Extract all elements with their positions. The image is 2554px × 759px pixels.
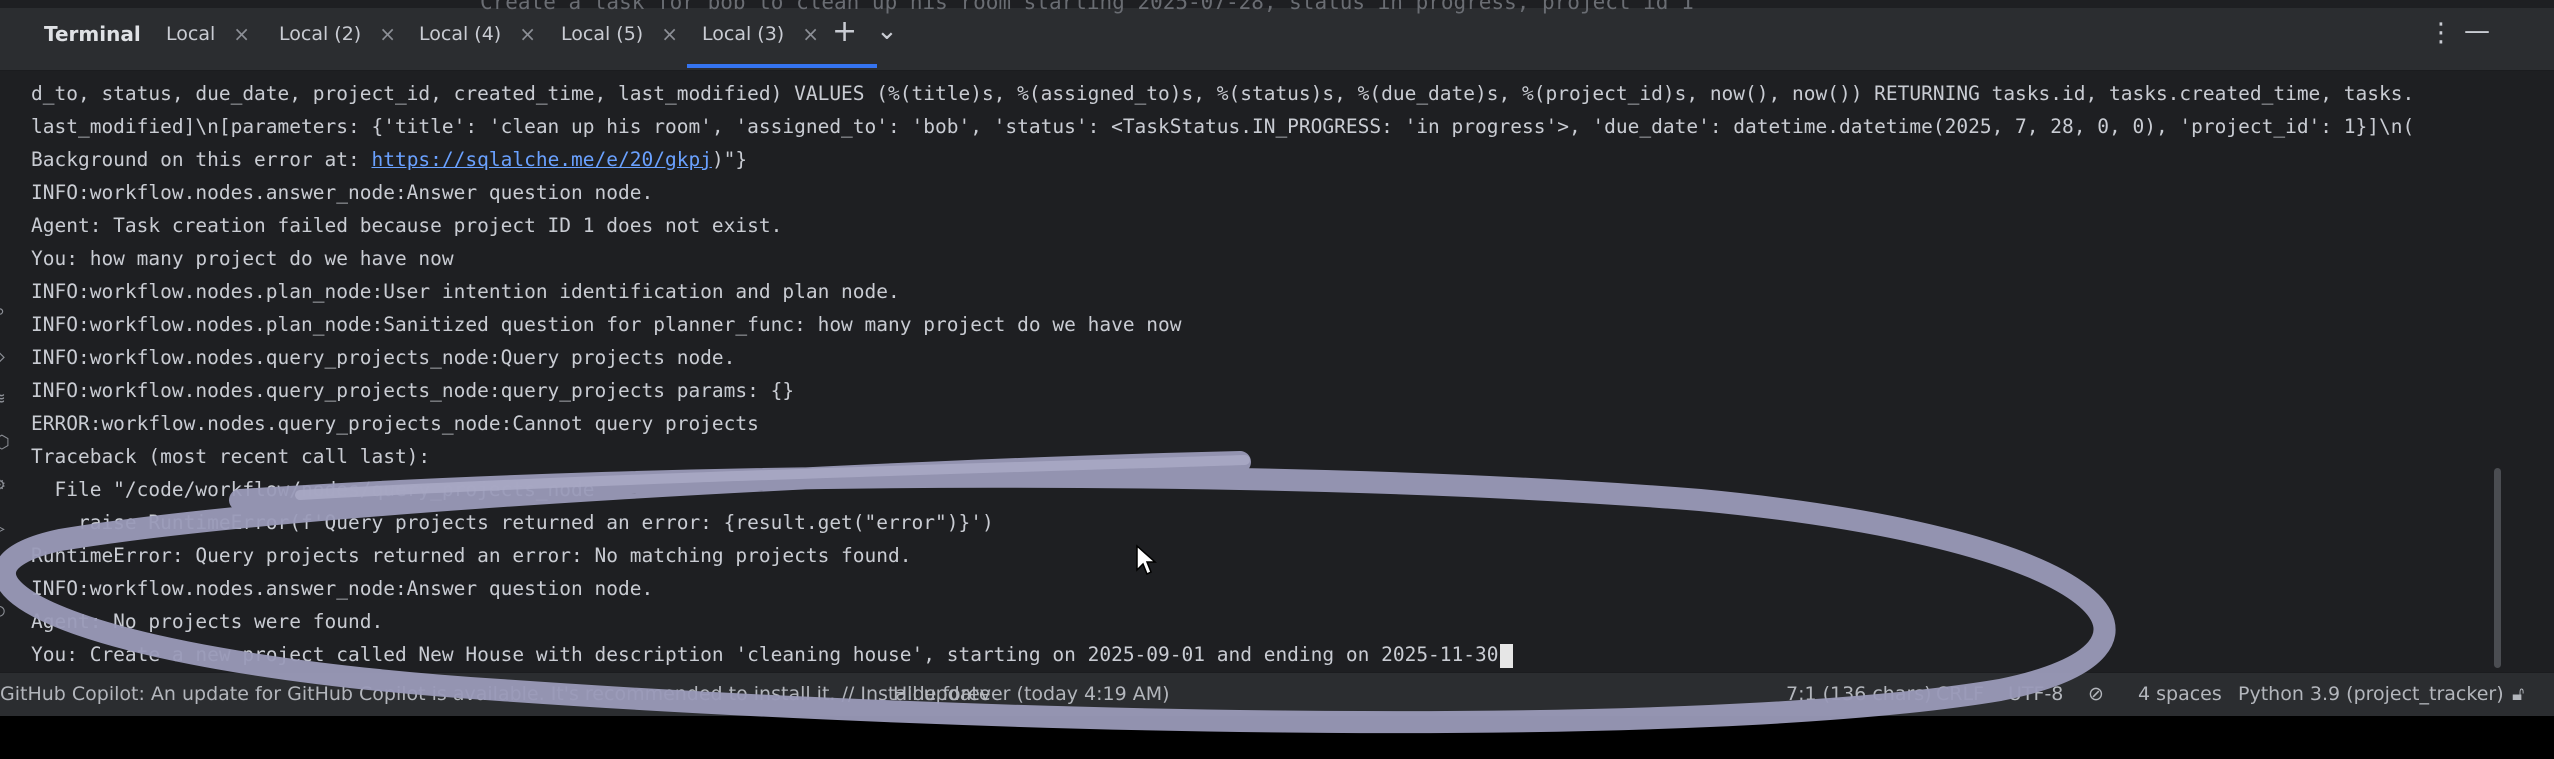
terminal-line: Background on this error at: https://sql… xyxy=(31,143,747,176)
text-cursor xyxy=(1499,643,1513,668)
tab-label: Local (4) xyxy=(419,23,502,45)
more-options-icon[interactable]: ⋮ xyxy=(2428,18,2454,48)
lock-icon[interactable]: 🔓︎ xyxy=(2512,683,2524,705)
hide-forever-link[interactable]: Hide forever (today 4:19 AM) xyxy=(893,683,1170,705)
terminal-line: INFO:workflow.nodes.plan_node:User inten… xyxy=(31,280,900,303)
terminal-line: last_modified]\n[parameters: {'title': '… xyxy=(31,115,2415,138)
layers-icon[interactable]: ≋ xyxy=(0,388,5,409)
terminal-line: ERROR:workflow.nodes.query_projects_node… xyxy=(31,412,759,435)
close-icon[interactable]: × xyxy=(379,22,396,46)
tab-local[interactable]: Local × xyxy=(166,14,250,54)
caret-position[interactable]: 7:1 (136 chars) xyxy=(1786,683,1932,705)
close-icon[interactable]: × xyxy=(519,22,536,46)
terminal-line-text: You: Create a new project called New Hou… xyxy=(31,643,1499,666)
tab-local-4[interactable]: Local (4) × xyxy=(419,14,536,54)
terminal-line-text: Background on this error at: xyxy=(31,148,372,171)
terminal-line: d_to, status, due_date, project_id, crea… xyxy=(31,82,2415,105)
plugin-icon[interactable]: ◇ xyxy=(0,346,5,367)
terminal-line: INFO:workflow.nodes.query_projects_node:… xyxy=(31,379,795,402)
terminal-line: raise RuntimeError(f'Query projects retu… xyxy=(31,511,994,534)
terminal-line: Agent: Task creation failed because proj… xyxy=(31,214,783,237)
tab-local-3[interactable]: Local (3) × xyxy=(702,14,819,54)
terminal-line-suffix: )"} xyxy=(711,148,748,171)
tab-label: Local (5) xyxy=(561,23,644,45)
run-icon[interactable]: ▷ xyxy=(0,518,5,539)
terminal-line: INFO:workflow.nodes.answer_node:Answer q… xyxy=(31,181,654,204)
close-icon[interactable]: × xyxy=(233,22,250,46)
terminal-line: You: how many project do we have now xyxy=(31,247,454,270)
close-icon[interactable]: × xyxy=(661,22,678,46)
error-docs-link[interactable]: https://sqlalche.me/e/20/gkpj xyxy=(371,148,711,171)
terminal-line: Agent: No projects were found. xyxy=(31,610,384,633)
tool-window-title: Terminal xyxy=(44,22,141,46)
copilot-icon[interactable]: ⊘ xyxy=(2088,683,2104,705)
terminal-line: INFO:workflow.nodes.answer_node:Answer q… xyxy=(31,577,654,600)
search-icon[interactable]: ⌕ xyxy=(0,302,5,323)
terminal-prompt-line[interactable]: You: Create a new project called New Hou… xyxy=(31,638,1513,670)
terminal-tab-bar: Create a task for bob to clean up his ro… xyxy=(0,0,2554,71)
line-ending[interactable]: CRLF xyxy=(1936,683,1984,705)
indent-setting[interactable]: 4 spaces xyxy=(2138,683,2222,705)
python-interpreter[interactable]: Python 3.9 (project_tracker) xyxy=(2238,683,2504,705)
chevron-down-icon[interactable]: ⌄ xyxy=(876,16,898,46)
package-icon[interactable]: ⬡ xyxy=(0,432,10,453)
editor-overflow-text: Create a task for bob to clean up his ro… xyxy=(480,0,1694,14)
tab-local-5[interactable]: Local (5) × xyxy=(561,14,678,54)
terminal-output[interactable]: d_to, status, due_date, project_id, crea… xyxy=(0,70,2510,670)
status-message[interactable]: GitHub Copilot: An update for GitHub Cop… xyxy=(0,683,991,705)
minimize-icon[interactable]: — xyxy=(2464,16,2490,46)
status-bar: GitHub Copilot: An update for GitHub Cop… xyxy=(0,672,2554,717)
add-tab-icon[interactable]: + xyxy=(832,14,857,49)
bottom-black-area xyxy=(0,716,2554,759)
tab-label: Local (3) xyxy=(702,23,785,45)
file-encoding[interactable]: UTF-8 xyxy=(2008,683,2063,705)
terminal-line: RuntimeError: Query projects returned an… xyxy=(31,544,912,567)
tab-local-2[interactable]: Local (2) × xyxy=(279,14,396,54)
close-icon[interactable]: × xyxy=(802,22,819,46)
tab-label: Local (2) xyxy=(279,23,362,45)
active-tab-indicator xyxy=(687,64,877,68)
terminal-icon[interactable]: ○ xyxy=(0,600,5,621)
settings-icon[interactable]: ⚙ xyxy=(0,474,5,495)
terminal-scrollbar[interactable] xyxy=(2494,468,2501,668)
terminal-line: INFO:workflow.nodes.plan_node:Sanitized … xyxy=(31,313,1182,336)
terminal-line: File "/code/workflow/nodes/query_project… xyxy=(31,478,595,501)
tab-label: Local xyxy=(166,23,216,45)
terminal-line: INFO:workflow.nodes.query_projects_node:… xyxy=(31,346,736,369)
mouse-pointer-icon xyxy=(1136,544,1157,576)
terminal-line: Traceback (most recent call last): xyxy=(31,445,431,468)
